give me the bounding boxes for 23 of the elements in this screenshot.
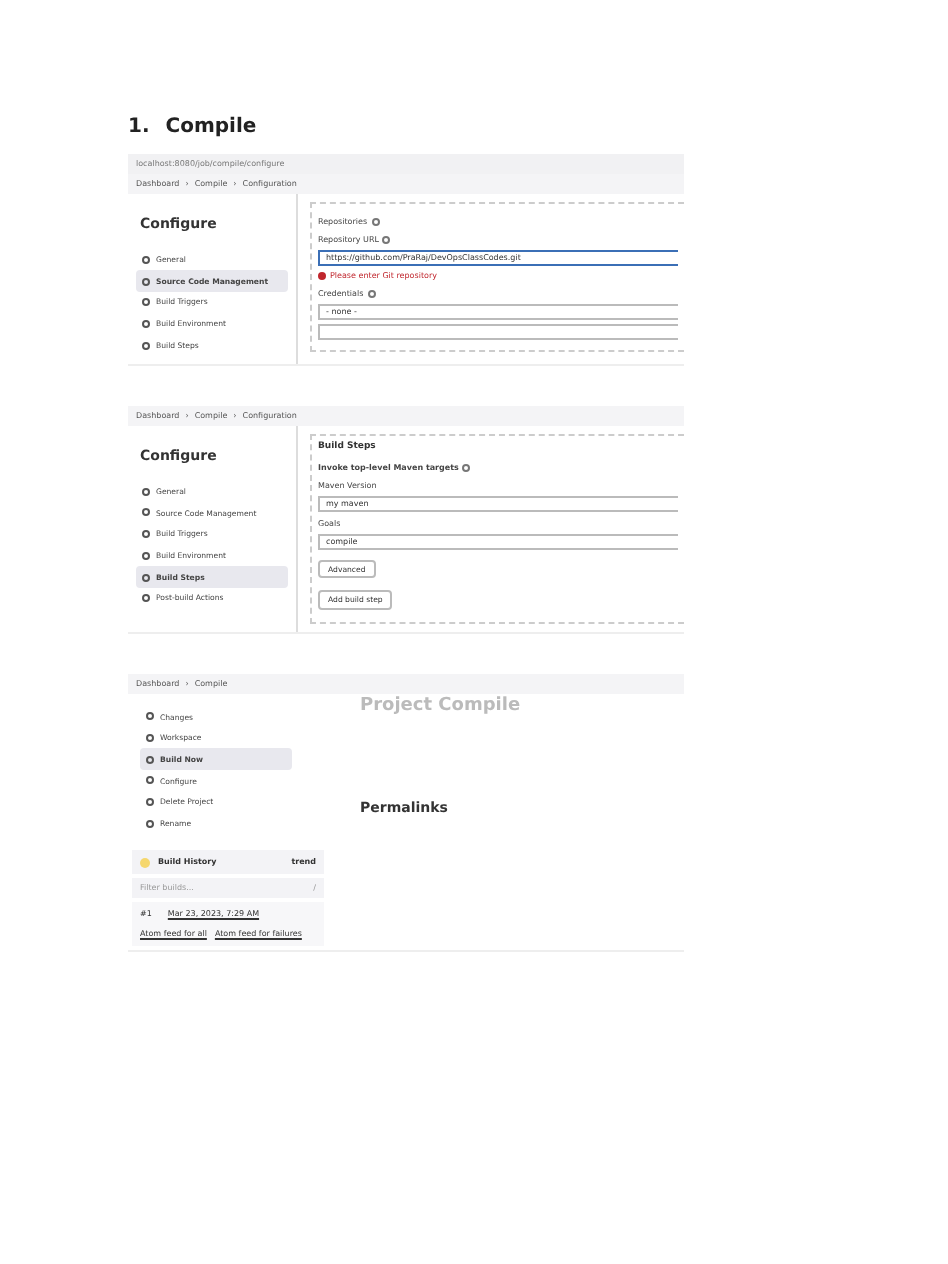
input-field[interactable]	[318, 324, 678, 340]
circle-icon	[142, 319, 150, 328]
circle-icon	[142, 530, 150, 539]
circle-icon	[142, 551, 150, 560]
circle-icon	[142, 255, 150, 264]
circle-icon	[142, 487, 150, 496]
circle-icon	[146, 712, 154, 721]
list-number: 1.	[128, 114, 150, 142]
error-icon	[318, 272, 326, 280]
section-heading: Compile	[165, 114, 257, 142]
circle-icon	[146, 755, 154, 764]
circle-icon	[146, 734, 154, 743]
circle-icon	[142, 594, 150, 603]
circle-icon	[146, 819, 154, 828]
circle-icon	[142, 277, 150, 286]
circle-icon	[142, 573, 150, 582]
sun-icon	[140, 857, 150, 868]
circle-icon	[142, 298, 150, 307]
project-title: Project Compile	[360, 694, 521, 721]
circle-icon	[146, 798, 154, 807]
circle-icon	[146, 776, 154, 785]
circle-icon	[142, 341, 150, 350]
circle-icon	[142, 508, 150, 517]
